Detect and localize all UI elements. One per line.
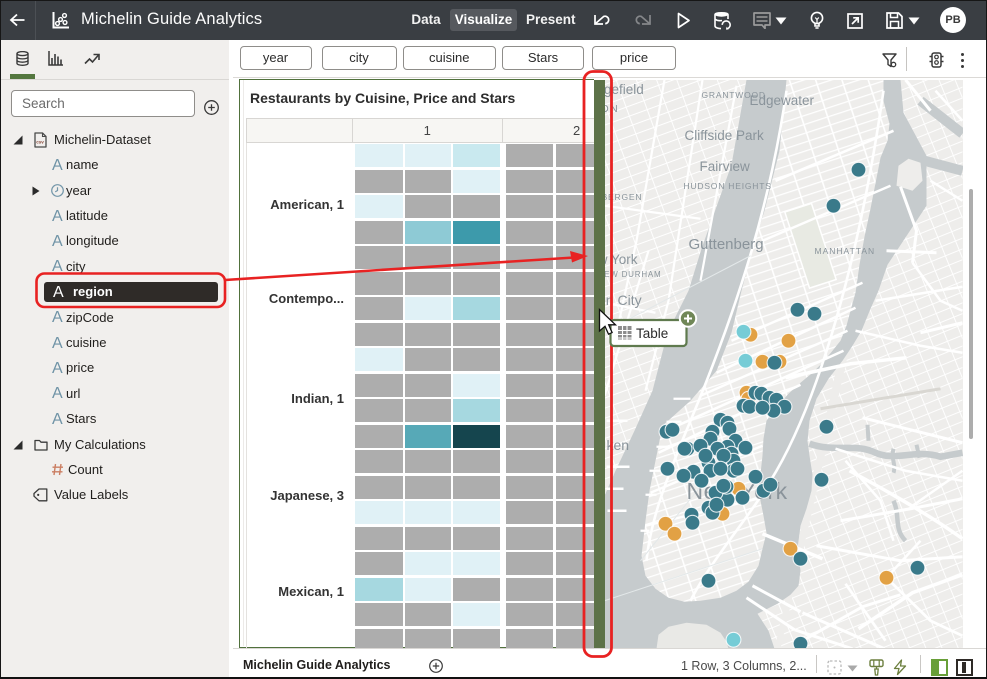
svg-text:Table: Table	[636, 326, 668, 341]
